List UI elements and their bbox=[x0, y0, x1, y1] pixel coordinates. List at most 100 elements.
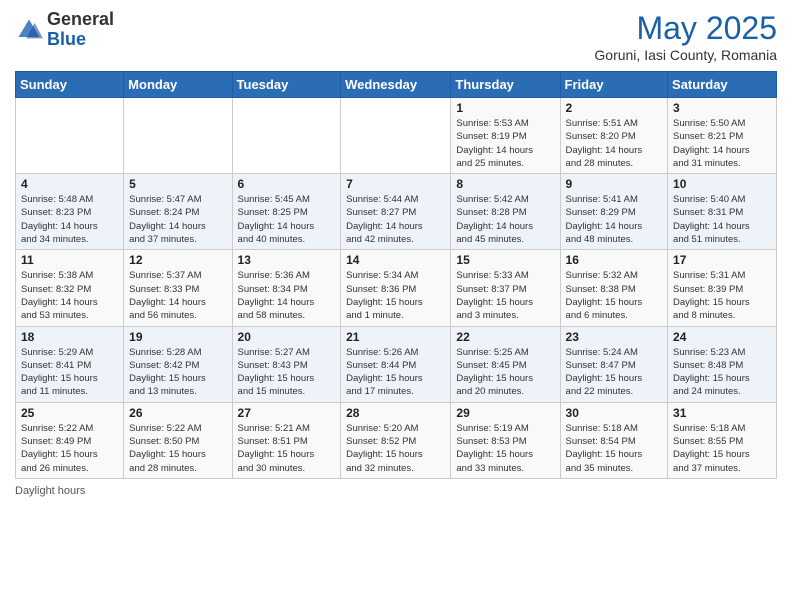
calendar-footer: Daylight hours bbox=[15, 485, 777, 497]
day-info: Sunrise: 5:33 AMSunset: 8:37 PMDaylight:… bbox=[456, 269, 554, 322]
day-number: 7 bbox=[346, 177, 445, 191]
calendar-cell: 10Sunrise: 5:40 AMSunset: 8:31 PMDayligh… bbox=[668, 174, 777, 250]
day-info: Sunrise: 5:47 AMSunset: 8:24 PMDaylight:… bbox=[129, 193, 226, 246]
page-header: General Blue May 2025 Goruni, Iasi Count… bbox=[15, 10, 777, 63]
day-info: Sunrise: 5:22 AMSunset: 8:49 PMDaylight:… bbox=[21, 422, 118, 475]
day-number: 17 bbox=[673, 253, 771, 267]
calendar-cell: 20Sunrise: 5:27 AMSunset: 8:43 PMDayligh… bbox=[232, 326, 341, 402]
month-year-title: May 2025 bbox=[594, 10, 777, 47]
calendar-day-header: Wednesday bbox=[341, 72, 451, 98]
day-info: Sunrise: 5:38 AMSunset: 8:32 PMDaylight:… bbox=[21, 269, 118, 322]
day-info: Sunrise: 5:24 AMSunset: 8:47 PMDaylight:… bbox=[566, 346, 663, 399]
calendar-day-header: Saturday bbox=[668, 72, 777, 98]
day-info: Sunrise: 5:28 AMSunset: 8:42 PMDaylight:… bbox=[129, 346, 226, 399]
day-info: Sunrise: 5:32 AMSunset: 8:38 PMDaylight:… bbox=[566, 269, 663, 322]
day-info: Sunrise: 5:29 AMSunset: 8:41 PMDaylight:… bbox=[21, 346, 118, 399]
calendar-cell: 27Sunrise: 5:21 AMSunset: 8:51 PMDayligh… bbox=[232, 402, 341, 478]
day-number: 11 bbox=[21, 253, 118, 267]
day-info: Sunrise: 5:26 AMSunset: 8:44 PMDaylight:… bbox=[346, 346, 445, 399]
calendar-cell: 5 Sunrise: 5:47 AMSunset: 8:24 PMDaylight… bbox=[124, 174, 232, 250]
calendar-cell: 12 Sunrise: 5:37 AMSunset: 8:33 PMDayligh… bbox=[124, 250, 232, 326]
calendar-week-row: 25 Sunrise: 5:22 AMSunset: 8:49 PMDayligh… bbox=[16, 402, 777, 478]
calendar-cell: 2 Sunrise: 5:51 AMSunset: 8:20 PMDaylight… bbox=[560, 98, 668, 174]
day-number: 8 bbox=[456, 177, 554, 191]
calendar-cell bbox=[124, 98, 232, 174]
day-number: 23 bbox=[566, 330, 663, 344]
calendar-cell: 13 Sunrise: 5:36 AMSunset: 8:34 PMDayligh… bbox=[232, 250, 341, 326]
day-info: Sunrise: 5:48 AMSunset: 8:23 PMDaylight:… bbox=[21, 193, 118, 246]
calendar-cell: 21Sunrise: 5:26 AMSunset: 8:44 PMDayligh… bbox=[341, 326, 451, 402]
calendar-cell: 16Sunrise: 5:32 AMSunset: 8:38 PMDayligh… bbox=[560, 250, 668, 326]
calendar-cell bbox=[341, 98, 451, 174]
calendar-cell: 22Sunrise: 5:25 AMSunset: 8:45 PMDayligh… bbox=[451, 326, 560, 402]
day-info: Sunrise: 5:51 AMSunset: 8:20 PMDaylight:… bbox=[566, 117, 663, 170]
day-number: 24 bbox=[673, 330, 771, 344]
day-info: Sunrise: 5:27 AMSunset: 8:43 PMDaylight:… bbox=[238, 346, 336, 399]
calendar-cell: 31 Sunrise: 5:18 AMSunset: 8:55 PMDayligh… bbox=[668, 402, 777, 478]
calendar-header-row: SundayMondayTuesdayWednesdayThursdayFrid… bbox=[16, 72, 777, 98]
day-number: 5 bbox=[129, 177, 226, 191]
day-number: 27 bbox=[238, 406, 336, 420]
day-number: 1 bbox=[456, 101, 554, 115]
day-number: 10 bbox=[673, 177, 771, 191]
calendar-cell: 23 Sunrise: 5:24 AMSunset: 8:47 PMDayligh… bbox=[560, 326, 668, 402]
day-number: 31 bbox=[673, 406, 771, 420]
calendar-cell: 17Sunrise: 5:31 AMSunset: 8:39 PMDayligh… bbox=[668, 250, 777, 326]
calendar-cell: 29 Sunrise: 5:19 AMSunset: 8:53 PMDayligh… bbox=[451, 402, 560, 478]
day-info: Sunrise: 5:18 AMSunset: 8:55 PMDaylight:… bbox=[673, 422, 771, 475]
calendar-cell: 26 Sunrise: 5:22 AMSunset: 8:50 PMDayligh… bbox=[124, 402, 232, 478]
calendar-week-row: 1 Sunrise: 5:53 AMSunset: 8:19 PMDaylight… bbox=[16, 98, 777, 174]
day-number: 12 bbox=[129, 253, 226, 267]
calendar-cell: 6Sunrise: 5:45 AMSunset: 8:25 PMDaylight… bbox=[232, 174, 341, 250]
day-number: 25 bbox=[21, 406, 118, 420]
calendar-cell: 19 Sunrise: 5:28 AMSunset: 8:42 PMDayligh… bbox=[124, 326, 232, 402]
day-number: 3 bbox=[673, 101, 771, 115]
logo-blue-text: Blue bbox=[47, 30, 114, 50]
day-number: 19 bbox=[129, 330, 226, 344]
day-info: Sunrise: 5:37 AMSunset: 8:33 PMDaylight:… bbox=[129, 269, 226, 322]
day-number: 13 bbox=[238, 253, 336, 267]
day-number: 18 bbox=[21, 330, 118, 344]
day-number: 15 bbox=[456, 253, 554, 267]
day-info: Sunrise: 5:42 AMSunset: 8:28 PMDaylight:… bbox=[456, 193, 554, 246]
logo-icon bbox=[15, 16, 43, 44]
day-number: 2 bbox=[566, 101, 663, 115]
calendar-day-header: Tuesday bbox=[232, 72, 341, 98]
logo-general-text: General bbox=[47, 10, 114, 30]
day-info: Sunrise: 5:36 AMSunset: 8:34 PMDaylight:… bbox=[238, 269, 336, 322]
logo: General Blue bbox=[15, 10, 114, 50]
calendar-day-header: Friday bbox=[560, 72, 668, 98]
calendar-cell: 11 Sunrise: 5:38 AMSunset: 8:32 PMDayligh… bbox=[16, 250, 124, 326]
day-info: Sunrise: 5:19 AMSunset: 8:53 PMDaylight:… bbox=[456, 422, 554, 475]
calendar-day-header: Sunday bbox=[16, 72, 124, 98]
day-info: Sunrise: 5:20 AMSunset: 8:52 PMDaylight:… bbox=[346, 422, 445, 475]
calendar-day-header: Thursday bbox=[451, 72, 560, 98]
calendar-cell: 15 Sunrise: 5:33 AMSunset: 8:37 PMDayligh… bbox=[451, 250, 560, 326]
day-info: Sunrise: 5:53 AMSunset: 8:19 PMDaylight:… bbox=[456, 117, 554, 170]
calendar-cell: 28 Sunrise: 5:20 AMSunset: 8:52 PMDayligh… bbox=[341, 402, 451, 478]
day-number: 4 bbox=[21, 177, 118, 191]
day-info: Sunrise: 5:23 AMSunset: 8:48 PMDaylight:… bbox=[673, 346, 771, 399]
calendar-cell bbox=[16, 98, 124, 174]
day-info: Sunrise: 5:22 AMSunset: 8:50 PMDaylight:… bbox=[129, 422, 226, 475]
day-number: 30 bbox=[566, 406, 663, 420]
title-block: May 2025 Goruni, Iasi County, Romania bbox=[594, 10, 777, 63]
calendar-cell: 1 Sunrise: 5:53 AMSunset: 8:19 PMDaylight… bbox=[451, 98, 560, 174]
calendar-cell: 9Sunrise: 5:41 AMSunset: 8:29 PMDaylight… bbox=[560, 174, 668, 250]
day-number: 26 bbox=[129, 406, 226, 420]
logo-text: General Blue bbox=[47, 10, 114, 50]
day-number: 29 bbox=[456, 406, 554, 420]
day-number: 6 bbox=[238, 177, 336, 191]
day-number: 14 bbox=[346, 253, 445, 267]
day-info: Sunrise: 5:41 AMSunset: 8:29 PMDaylight:… bbox=[566, 193, 663, 246]
calendar-cell bbox=[232, 98, 341, 174]
day-number: 28 bbox=[346, 406, 445, 420]
calendar-day-header: Monday bbox=[124, 72, 232, 98]
calendar-cell: 3Sunrise: 5:50 AMSunset: 8:21 PMDaylight… bbox=[668, 98, 777, 174]
calendar-cell: 30Sunrise: 5:18 AMSunset: 8:54 PMDayligh… bbox=[560, 402, 668, 478]
calendar-cell: 24 Sunrise: 5:23 AMSunset: 8:48 PMDayligh… bbox=[668, 326, 777, 402]
calendar-week-row: 4 Sunrise: 5:48 AMSunset: 8:23 PMDaylight… bbox=[16, 174, 777, 250]
day-info: Sunrise: 5:44 AMSunset: 8:27 PMDaylight:… bbox=[346, 193, 445, 246]
calendar-cell: 14Sunrise: 5:34 AMSunset: 8:36 PMDayligh… bbox=[341, 250, 451, 326]
day-info: Sunrise: 5:25 AMSunset: 8:45 PMDaylight:… bbox=[456, 346, 554, 399]
